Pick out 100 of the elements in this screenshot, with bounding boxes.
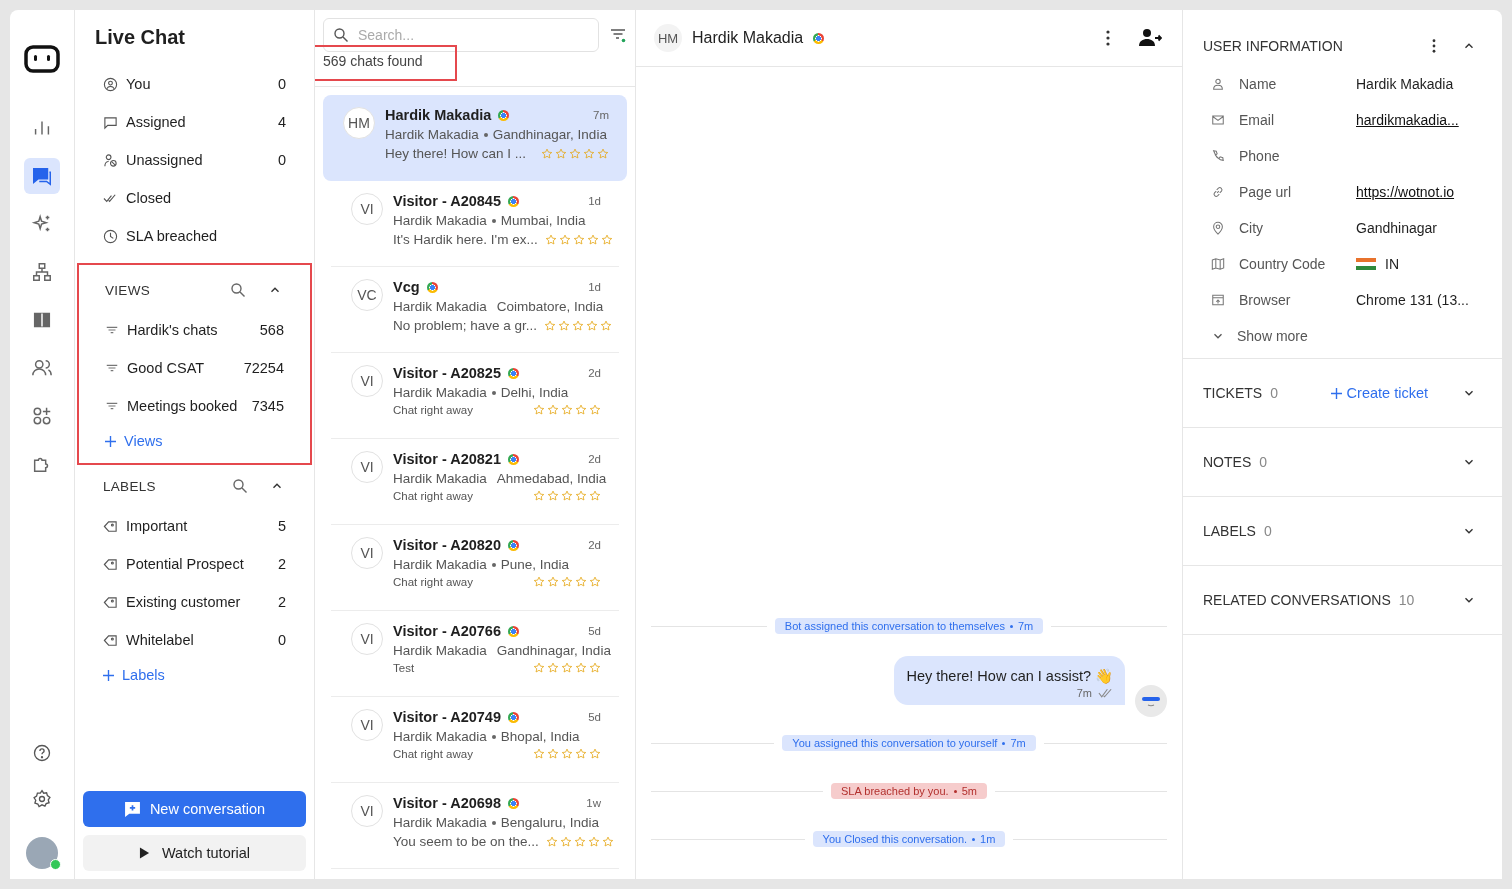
- field-label: Email: [1239, 112, 1275, 128]
- section-count: 10: [1398, 592, 1415, 608]
- star-icon: [561, 662, 573, 674]
- settings-icon[interactable]: [32, 789, 52, 809]
- section-heading: LABELS: [103, 478, 157, 494]
- star-icon: [533, 404, 545, 416]
- initials-avatar: HM: [654, 24, 682, 52]
- label-item[interactable]: Potential Prospect 2: [83, 545, 306, 583]
- search-icon: [333, 27, 349, 43]
- chat-item[interactable]: VI Visitor - A20820 2d Hardik Makadia Pune, India Chat right away: [331, 525, 619, 611]
- contact-name: Visitor - A20845: [393, 193, 501, 209]
- chrome-icon: [508, 367, 519, 379]
- contact-name: Visitor - A20821: [393, 451, 501, 467]
- new-conversation-button[interactable]: New conversation: [83, 791, 306, 827]
- chrome-icon: [508, 797, 519, 809]
- star-icon: [561, 748, 573, 760]
- separator-dot: [491, 820, 496, 825]
- chat-bubbles-icon[interactable]: [24, 158, 60, 194]
- inbox-item[interactable]: Closed: [83, 179, 306, 217]
- star-icon: [533, 662, 545, 674]
- watch-tutorial-button[interactable]: Watch tutorial: [83, 835, 306, 871]
- label-item[interactable]: Existing customer 2: [83, 583, 306, 621]
- chat-location: Ahmedabad, India: [496, 471, 607, 486]
- field-value: Gandhinagar: [1356, 220, 1437, 236]
- star-icon: [558, 233, 571, 246]
- page-title: Live Chat: [95, 26, 187, 49]
- bot-avatar: [1135, 685, 1167, 717]
- search-field[interactable]: Search...: [323, 18, 599, 52]
- chrome-icon: [508, 711, 519, 723]
- initials-avatar: VI: [351, 795, 383, 827]
- inbox-item[interactable]: Assigned 4: [83, 103, 306, 141]
- message-text: Hey there! How can I assist? 👋: [906, 668, 1113, 685]
- star-icon: [572, 319, 585, 332]
- chat-item[interactable]: VI Visitor - A20821 2d Hardik Makadia Ahmedabad, India Chat right away: [331, 439, 619, 525]
- chat-location: Bhopal, India: [500, 729, 580, 744]
- star-icon: [544, 233, 557, 246]
- field-label: City: [1239, 220, 1265, 236]
- person-circle-icon: [103, 76, 118, 92]
- label-item[interactable]: Important 5: [83, 507, 306, 545]
- star-icon: [547, 748, 559, 760]
- tag-icon: [103, 556, 118, 572]
- chat-item[interactable]: VI Visitor - A20825 2d Hardik Makadia Delhi, India Chat right away: [331, 353, 619, 439]
- more-options-icon[interactable]: [1432, 39, 1436, 53]
- view-item[interactable]: Hardik's chats 568: [85, 311, 304, 349]
- agent-name: Hardik Makadia: [393, 815, 487, 830]
- field-label: Country Code: [1239, 256, 1327, 272]
- section-heading: VIEWS: [105, 282, 151, 298]
- view-item[interactable]: Good CSAT 72254: [85, 349, 304, 387]
- search-icon[interactable]: [232, 478, 248, 494]
- label-item[interactable]: Whitelabel 0: [83, 621, 306, 659]
- filter-icon[interactable]: [609, 26, 627, 44]
- section-heading: USER INFORMATION: [1203, 38, 1344, 54]
- help-icon[interactable]: [32, 743, 52, 763]
- chat-item[interactable]: VI Visitor - A20749 5d Hardik Makadia Bhopal, India Chat right away: [331, 697, 619, 783]
- chat-time: 2d: [588, 539, 601, 551]
- message-preview: Chat right away: [393, 576, 474, 588]
- chat-item[interactable]: HM Hardik Makadia 7m Hardik Makadia Gandhinagar, India Hey there! How can I ...: [323, 95, 627, 181]
- message-preview: No problem; have a gr...: [393, 318, 538, 333]
- star-icon: [533, 576, 545, 588]
- initials-avatar: VI: [351, 365, 383, 397]
- star-icon: [589, 490, 601, 502]
- field-link[interactable]: hardikmakadia...: [1356, 112, 1459, 128]
- chat-item[interactable]: VC Vcg 1d Hardik Makadia Coimbatore, India No problem; have a gr...: [331, 267, 619, 353]
- show-more-button[interactable]: Show more: [1211, 318, 1308, 344]
- field-link[interactable]: https://wotnot.io: [1356, 184, 1455, 200]
- chrome-icon: [508, 625, 519, 637]
- plus-icon: [103, 669, 114, 681]
- chat-location: Pune, India: [500, 557, 570, 572]
- envelope-icon: [1211, 113, 1225, 127]
- view-item[interactable]: Meetings booked 7345: [85, 387, 304, 425]
- chat-item[interactable]: VI Visitor - A20845 1d Hardik Makadia Mumbai, India It's Hardik here. I'm ex...: [331, 181, 619, 267]
- separator-dot: [491, 390, 496, 395]
- agent-name: Hardik Makadia: [393, 299, 487, 314]
- browser-icon: [1211, 293, 1225, 307]
- field-label: Name: [1239, 76, 1278, 92]
- star-icon: [561, 404, 573, 416]
- tag-icon: [103, 632, 118, 648]
- chat-item[interactable]: VI Visitor - A20766 5d Hardik Makadia Gandhinagar, India Test: [331, 611, 619, 697]
- search-icon[interactable]: [230, 282, 246, 298]
- map-icon: [1211, 257, 1225, 271]
- contact-name: Visitor - A20825: [393, 365, 501, 381]
- chat-location: Bengaluru, India: [500, 815, 600, 830]
- chrome-icon: [426, 281, 438, 293]
- message-preview: Chat right away: [393, 490, 474, 502]
- inbox-item[interactable]: Unassigned 0: [83, 141, 306, 179]
- inbox-item[interactable]: SLA breached: [83, 217, 306, 255]
- inbox-item[interactable]: You 0: [83, 65, 306, 103]
- create-ticket-button[interactable]: Create ticket: [1324, 384, 1434, 402]
- section-count: 0: [1263, 523, 1272, 539]
- star-icon: [575, 490, 587, 502]
- add-label-button[interactable]: Labels: [83, 659, 185, 691]
- add-view-button[interactable]: Views: [85, 425, 183, 457]
- chat-item[interactable]: VI Visitor - A20698 1w Hardik Makadia Bengaluru, India You seem to be on the...: [331, 783, 619, 869]
- play-icon: [138, 847, 150, 859]
- star-icon: [547, 662, 559, 674]
- star-icon: [533, 748, 545, 760]
- star-icon: [600, 233, 613, 246]
- person-remove-icon: [103, 152, 118, 168]
- more-options-icon[interactable]: [1106, 30, 1110, 46]
- person-icon: [1211, 77, 1225, 91]
